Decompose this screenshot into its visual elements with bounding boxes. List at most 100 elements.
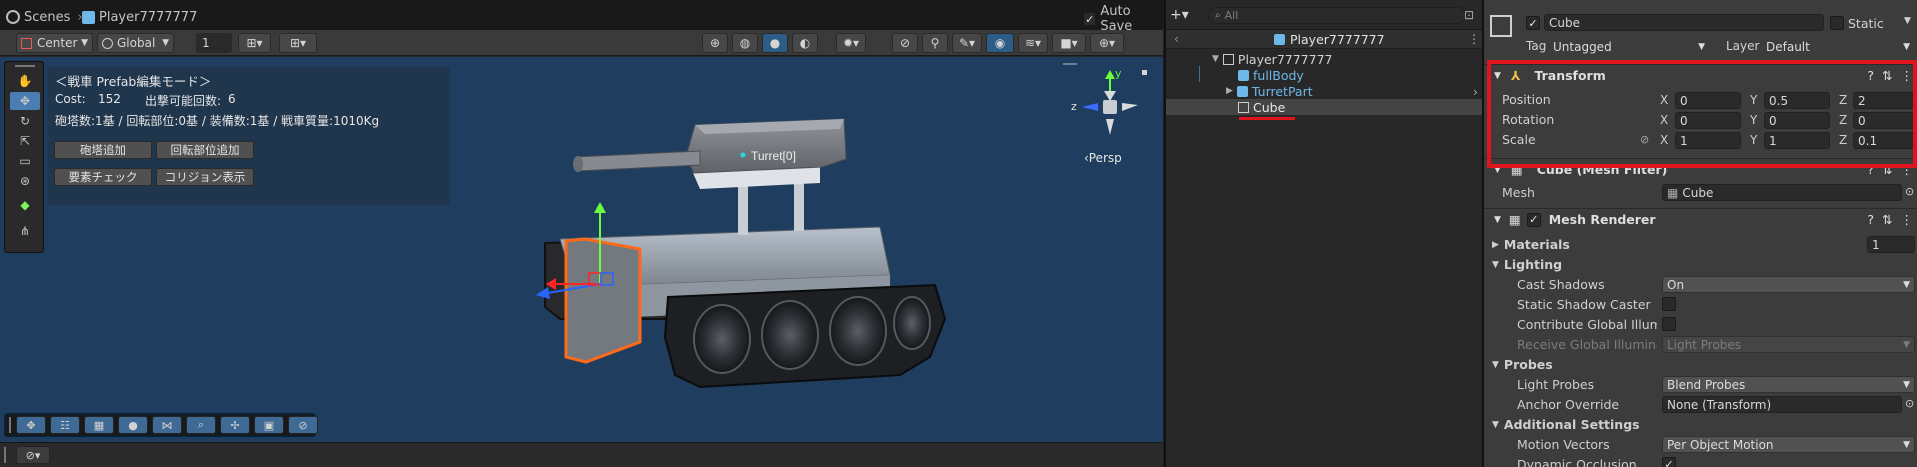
light-probes-dropdown[interactable]: Blend Probes ▼ [1662, 376, 1915, 393]
mesh-renderer-header[interactable]: ▼ ▦ ✓ Mesh Renderer ? ⇅ ⋮ [1484, 208, 1917, 230]
static-checkbox[interactable] [1830, 16, 1844, 30]
hierarchy-tool[interactable]: ⋔ [10, 222, 40, 240]
chevron-right-icon[interactable]: › [1473, 84, 1478, 99]
orientation-gizmo[interactable] [1082, 70, 1138, 135]
help-icon[interactable]: ? [1867, 212, 1874, 227]
rect-tool[interactable]: ▭ [10, 152, 40, 170]
layer-dropdown[interactable]: Default ▼ [1762, 38, 1914, 55]
pivot-rotation-dropdown[interactable]: Global ▼ [97, 33, 174, 53]
zoom-icon[interactable]: ⌕ [186, 416, 216, 434]
contribute-gi-checkbox[interactable] [1662, 317, 1676, 331]
materials-count-field[interactable]: 1 [1867, 236, 1915, 253]
hand-tool[interactable]: ✋ [10, 72, 40, 90]
tag-dropdown[interactable]: Untagged ▼ [1549, 38, 1709, 55]
rotate-tool[interactable]: ↻ [10, 112, 40, 130]
strip-handle[interactable] [9, 417, 11, 433]
position-x-field[interactable]: 0 [1675, 92, 1741, 109]
chevron-down-icon[interactable]: ▼ [1904, 16, 1911, 26]
sphere-icon[interactable]: ● [118, 416, 148, 434]
anchor-override-field[interactable]: None (Transform) [1662, 396, 1902, 413]
projection-toggle[interactable]: ‹Persp [1084, 151, 1122, 165]
overlay-menu-icon[interactable] [1063, 63, 1077, 65]
bar-handle[interactable] [4, 447, 6, 463]
camera-preview-icon[interactable]: ▣ [254, 416, 284, 434]
rotation-x-field[interactable]: 0 [1675, 112, 1741, 129]
show-collision-button[interactable]: コリジョン表示 [156, 168, 254, 186]
dynamic-occlusion-checkbox[interactable]: ✓ [1662, 457, 1676, 467]
toolbox-handle[interactable] [15, 65, 35, 67]
add-turret-button[interactable]: 砲塔追加 [54, 141, 152, 159]
auto-save-checkbox[interactable]: ✓ [1083, 12, 1097, 26]
audio-fx-button[interactable]: ✎▾ [952, 33, 982, 53]
prefab-breadcrumb[interactable]: Player7777777 [82, 7, 197, 27]
z-axis-arrow[interactable] [536, 287, 550, 299]
rotation-z-field[interactable]: 0 [1853, 112, 1915, 129]
grid-snap-button[interactable]: ⊞▾ [238, 33, 271, 53]
hierarchy-item-cube[interactable]: Cube [1166, 99, 1482, 115]
scale-tool[interactable]: ⇱ [10, 132, 40, 150]
lighting-foldout[interactable]: ▼ Lighting [1492, 257, 1562, 272]
constrain-proportions-icon[interactable]: ⊘ [1640, 133, 1649, 146]
additional-settings-foldout[interactable]: ▼ Additional Settings [1492, 417, 1640, 432]
active-checkbox[interactable]: ✓ [1526, 16, 1540, 30]
help-icon[interactable]: ? [1867, 162, 1874, 177]
transform-tool[interactable]: ⊛ [10, 172, 40, 190]
hierarchy-item-turretpart[interactable]: ▶ TurretPart › [1166, 83, 1482, 99]
scene-viewport[interactable]: Turret[0] y z ‹Persp ✋ ✥ ↻ ⇱ ▭ ⊛ ◆ ⋔ ＜戦車… [0, 57, 1163, 442]
pan-icon[interactable]: ✢ [220, 416, 250, 434]
preset-icon[interactable]: ⇅ [1882, 68, 1892, 83]
custom-cube-tool[interactable]: ◆ [10, 196, 40, 214]
unlit-button[interactable]: ◐ [792, 33, 818, 53]
toggle-lighting-button[interactable]: ⚲ [922, 33, 948, 53]
auto-save-toggle[interactable]: ✓ Auto Save [1083, 4, 1163, 34]
object-picker-icon[interactable]: ⊙ [1905, 185, 1914, 198]
navigation-mode-dropdown[interactable]: ⊘▾ [16, 446, 50, 464]
selected-cube[interactable] [564, 237, 642, 364]
position-z-field[interactable]: 2 [1853, 92, 1915, 109]
add-button[interactable]: +▾ [1170, 7, 1189, 23]
preset-icon[interactable]: ⇅ [1882, 162, 1892, 177]
help-icon[interactable]: ? [1867, 68, 1874, 83]
scene-visibility-button[interactable]: ◉ [986, 33, 1014, 53]
scale-x-field[interactable]: 1 [1675, 132, 1741, 149]
hierarchy-search[interactable]: ⌕ All [1208, 7, 1466, 24]
toggle-2d-button[interactable]: ⊘ [892, 33, 918, 53]
mesh-field[interactable]: ▦ Cube [1662, 184, 1902, 201]
scale-y-field[interactable]: 1 [1764, 132, 1830, 149]
static-shadow-caster-checkbox[interactable] [1662, 297, 1676, 311]
debug-draw-button[interactable]: ✹▾ [836, 33, 866, 53]
camera-button[interactable]: ■▾ [1052, 33, 1086, 53]
layers-button[interactable]: ≋▾ [1018, 33, 1048, 53]
probes-foldout[interactable]: ▼ Probes [1492, 357, 1553, 372]
element-check-button[interactable]: 要素チェック [54, 168, 152, 186]
scenes-breadcrumb[interactable]: Scenes › [6, 7, 90, 27]
grid-pattern-icon[interactable]: ▦ [84, 416, 114, 434]
compass-icon[interactable]: ⊘ [288, 416, 318, 434]
search-filter-icon[interactable]: ⊡ [1464, 8, 1474, 22]
grid-size-input[interactable]: 1 [196, 33, 232, 53]
pivot-mode-dropdown[interactable]: Center ▼ [16, 33, 93, 53]
add-rotation-part-button[interactable]: 回転部位追加 [156, 141, 254, 159]
preset-icon[interactable]: ⇅ [1882, 212, 1892, 227]
snap-move-icon[interactable]: ✥ [16, 416, 46, 434]
shaded-wireframe-button[interactable]: ◍ [732, 33, 758, 53]
gizmos-button[interactable]: ⊕▾ [1090, 33, 1124, 53]
object-name-field[interactable]: Cube [1544, 14, 1824, 31]
transform-header[interactable]: ▼ ⅄ Transform ? ⇅ ⋮ [1484, 64, 1917, 86]
kebab-menu-icon[interactable]: ⋮ [1901, 212, 1914, 227]
motion-vectors-dropdown[interactable]: Per Object Motion ▼ [1662, 436, 1915, 453]
rotation-y-field[interactable]: 0 [1764, 112, 1830, 129]
hierarchy-item-root[interactable]: ▼ Player7777777 [1166, 51, 1482, 67]
kebab-menu-icon[interactable]: ⋮ [1901, 68, 1914, 83]
increment-snap-button[interactable]: ⊞▾ [279, 33, 317, 53]
lock-icon[interactable] [1142, 70, 1147, 75]
hierarchy-item-fullbody[interactable]: fullBody [1166, 67, 1482, 83]
align-icon[interactable]: ☷ [50, 416, 80, 434]
nodes-icon[interactable]: ⋈ [152, 416, 182, 434]
mesh-renderer-enabled-checkbox[interactable]: ✓ [1526, 212, 1541, 227]
shaded-button[interactable]: ● [762, 33, 788, 53]
materials-foldout[interactable]: ▶ Materials [1492, 237, 1570, 252]
back-arrow-icon[interactable]: ‹ [1174, 32, 1179, 46]
mesh-filter-header[interactable]: ▼ ▦ Cube (Mesh Filter) ? ⇅ ⋮ [1484, 158, 1917, 180]
kebab-menu-icon[interactable]: ⋮ [1468, 32, 1480, 46]
